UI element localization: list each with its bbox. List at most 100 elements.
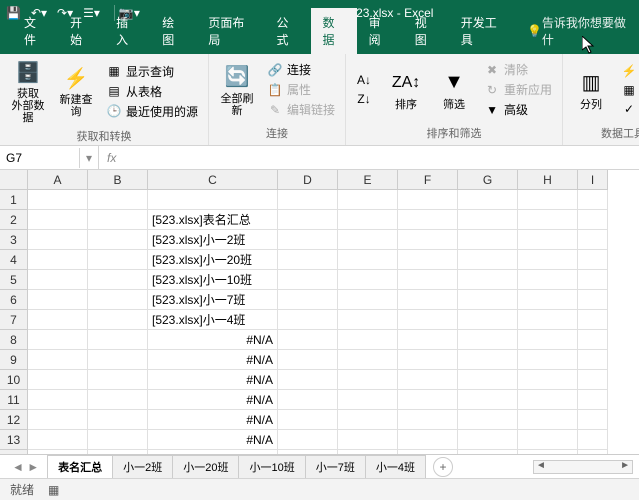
cell[interactable] xyxy=(338,330,398,350)
cell[interactable] xyxy=(578,330,608,350)
text-to-columns-button[interactable]: ▥分列 xyxy=(569,67,613,113)
row-header[interactable]: 6 xyxy=(0,290,28,310)
cell[interactable] xyxy=(458,210,518,230)
row-header[interactable]: 9 xyxy=(0,350,28,370)
flash-fill-button[interactable]: ⚡ xyxy=(617,62,639,80)
cell[interactable] xyxy=(458,370,518,390)
sort-button[interactable]: ZA↕排序 xyxy=(384,67,428,113)
cell[interactable] xyxy=(28,390,88,410)
cell[interactable] xyxy=(88,310,148,330)
cell[interactable]: #N/A xyxy=(148,330,278,350)
cell[interactable]: [523.xlsx]小一10班 xyxy=(148,270,278,290)
cell[interactable] xyxy=(518,290,578,310)
cell[interactable] xyxy=(88,350,148,370)
cell[interactable] xyxy=(88,230,148,250)
tab-home[interactable]: 开始 xyxy=(58,8,104,54)
row-header[interactable]: 11 xyxy=(0,390,28,410)
cell[interactable] xyxy=(278,350,338,370)
show-queries-button[interactable]: ▦显示查询 xyxy=(102,62,202,81)
tell-me[interactable]: 💡 告诉我你想要做什 xyxy=(517,8,639,54)
cell[interactable] xyxy=(398,410,458,430)
sheet-tab[interactable]: 小一20班 xyxy=(172,455,239,478)
row-header[interactable]: 4 xyxy=(0,250,28,270)
tab-pagelayout[interactable]: 页面布局 xyxy=(196,8,264,54)
cell[interactable] xyxy=(28,350,88,370)
cell[interactable] xyxy=(578,350,608,370)
cell[interactable] xyxy=(88,390,148,410)
cell[interactable] xyxy=(88,210,148,230)
sheet-tab[interactable]: 小一10班 xyxy=(238,455,305,478)
sheet-tab[interactable]: 表名汇总 xyxy=(47,455,113,478)
row-header[interactable]: 8 xyxy=(0,330,28,350)
cell[interactable] xyxy=(578,230,608,250)
cell[interactable]: [523.xlsx]小一2班 xyxy=(148,230,278,250)
cell[interactable] xyxy=(518,430,578,450)
cell[interactable] xyxy=(578,190,608,210)
column-header[interactable]: B xyxy=(88,170,148,190)
cell[interactable] xyxy=(278,230,338,250)
refresh-all-button[interactable]: 🔄全部刷新 xyxy=(215,61,259,119)
cell[interactable] xyxy=(578,430,608,450)
cell[interactable] xyxy=(458,270,518,290)
cell[interactable] xyxy=(458,250,518,270)
cell[interactable] xyxy=(458,190,518,210)
cell[interactable] xyxy=(398,310,458,330)
cell[interactable] xyxy=(338,370,398,390)
cell[interactable] xyxy=(398,350,458,370)
sheet-tab[interactable]: 小一2班 xyxy=(112,455,173,478)
cell[interactable] xyxy=(28,190,88,210)
column-header[interactable]: E xyxy=(338,170,398,190)
row-header[interactable]: 13 xyxy=(0,430,28,450)
cell[interactable]: [523.xlsx]表名汇总 xyxy=(148,210,278,230)
cell[interactable]: #N/A xyxy=(148,430,278,450)
cell[interactable] xyxy=(518,270,578,290)
cell[interactable] xyxy=(28,210,88,230)
cell[interactable] xyxy=(518,190,578,210)
new-query-button[interactable]: ⚡新建查 询 xyxy=(54,62,98,120)
advanced-filter-button[interactable]: ▼高级 xyxy=(480,100,556,119)
cell[interactable] xyxy=(398,190,458,210)
cell[interactable] xyxy=(88,290,148,310)
filter-button[interactable]: ▼筛选 xyxy=(432,67,476,113)
cell[interactable] xyxy=(28,370,88,390)
cell[interactable] xyxy=(338,350,398,370)
cell[interactable] xyxy=(278,270,338,290)
cell[interactable]: [523.xlsx]小一7班 xyxy=(148,290,278,310)
connections-button[interactable]: 🔗连接 xyxy=(263,60,339,79)
cell[interactable] xyxy=(338,250,398,270)
cell[interactable] xyxy=(278,290,338,310)
cell[interactable] xyxy=(458,430,518,450)
cell[interactable] xyxy=(338,270,398,290)
cell[interactable] xyxy=(578,270,608,290)
row-header[interactable]: 7 xyxy=(0,310,28,330)
cell[interactable]: [523.xlsx]小一20班 xyxy=(148,250,278,270)
cell[interactable] xyxy=(338,290,398,310)
add-sheet-button[interactable]: + xyxy=(433,457,453,477)
column-header[interactable]: H xyxy=(518,170,578,190)
cell[interactable] xyxy=(28,290,88,310)
cell[interactable] xyxy=(398,250,458,270)
cell[interactable] xyxy=(88,430,148,450)
cell[interactable] xyxy=(518,230,578,250)
cell[interactable] xyxy=(578,210,608,230)
cell[interactable] xyxy=(458,230,518,250)
tab-data[interactable]: 数据 xyxy=(311,8,357,54)
cell[interactable] xyxy=(398,390,458,410)
select-all-corner[interactable] xyxy=(0,170,28,190)
sort-desc-button[interactable]: Z↓ xyxy=(352,90,380,108)
cell[interactable] xyxy=(338,190,398,210)
sheet-nav[interactable]: ◄ ► xyxy=(4,460,47,474)
cell[interactable] xyxy=(88,190,148,210)
cell[interactable] xyxy=(398,230,458,250)
row-header[interactable]: 1 xyxy=(0,190,28,210)
cell[interactable] xyxy=(398,210,458,230)
cell[interactable] xyxy=(28,430,88,450)
cell[interactable] xyxy=(518,350,578,370)
cell[interactable] xyxy=(278,430,338,450)
row-header[interactable]: 3 xyxy=(0,230,28,250)
column-header[interactable]: G xyxy=(458,170,518,190)
cell[interactable] xyxy=(88,270,148,290)
cell[interactable] xyxy=(278,310,338,330)
column-header[interactable]: C xyxy=(148,170,278,190)
column-header[interactable]: A xyxy=(28,170,88,190)
